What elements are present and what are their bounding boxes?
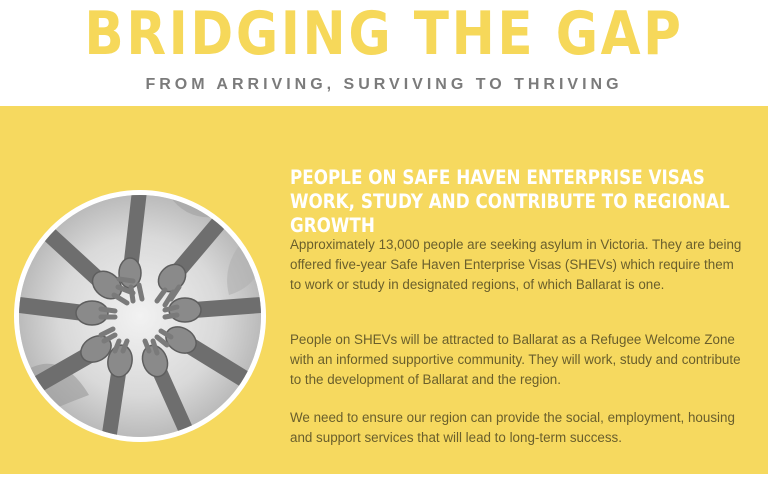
body-paragraph-3: We need to ensure our region can provide… <box>290 410 735 445</box>
body-paragraph-1: Approximately 13,000 people are seeking … <box>290 237 742 292</box>
hands-circle-illustration <box>19 195 261 437</box>
section-headline: PEOPLE ON SAFE HAVEN ENTERPRISE VISAS WO… <box>290 166 730 237</box>
page-title: BRIDGING THE GAP <box>84 0 684 69</box>
header: BRIDGING THE GAP FROM ARRIVING, SURVIVIN… <box>0 0 768 106</box>
page-subtitle: FROM ARRIVING, SURVIVING TO THRIVING <box>145 76 623 93</box>
body-paragraph-2: People on SHEVs will be attracted to Bal… <box>290 332 741 387</box>
bottom-strip <box>0 474 768 486</box>
hands-circle-photo <box>14 190 266 442</box>
